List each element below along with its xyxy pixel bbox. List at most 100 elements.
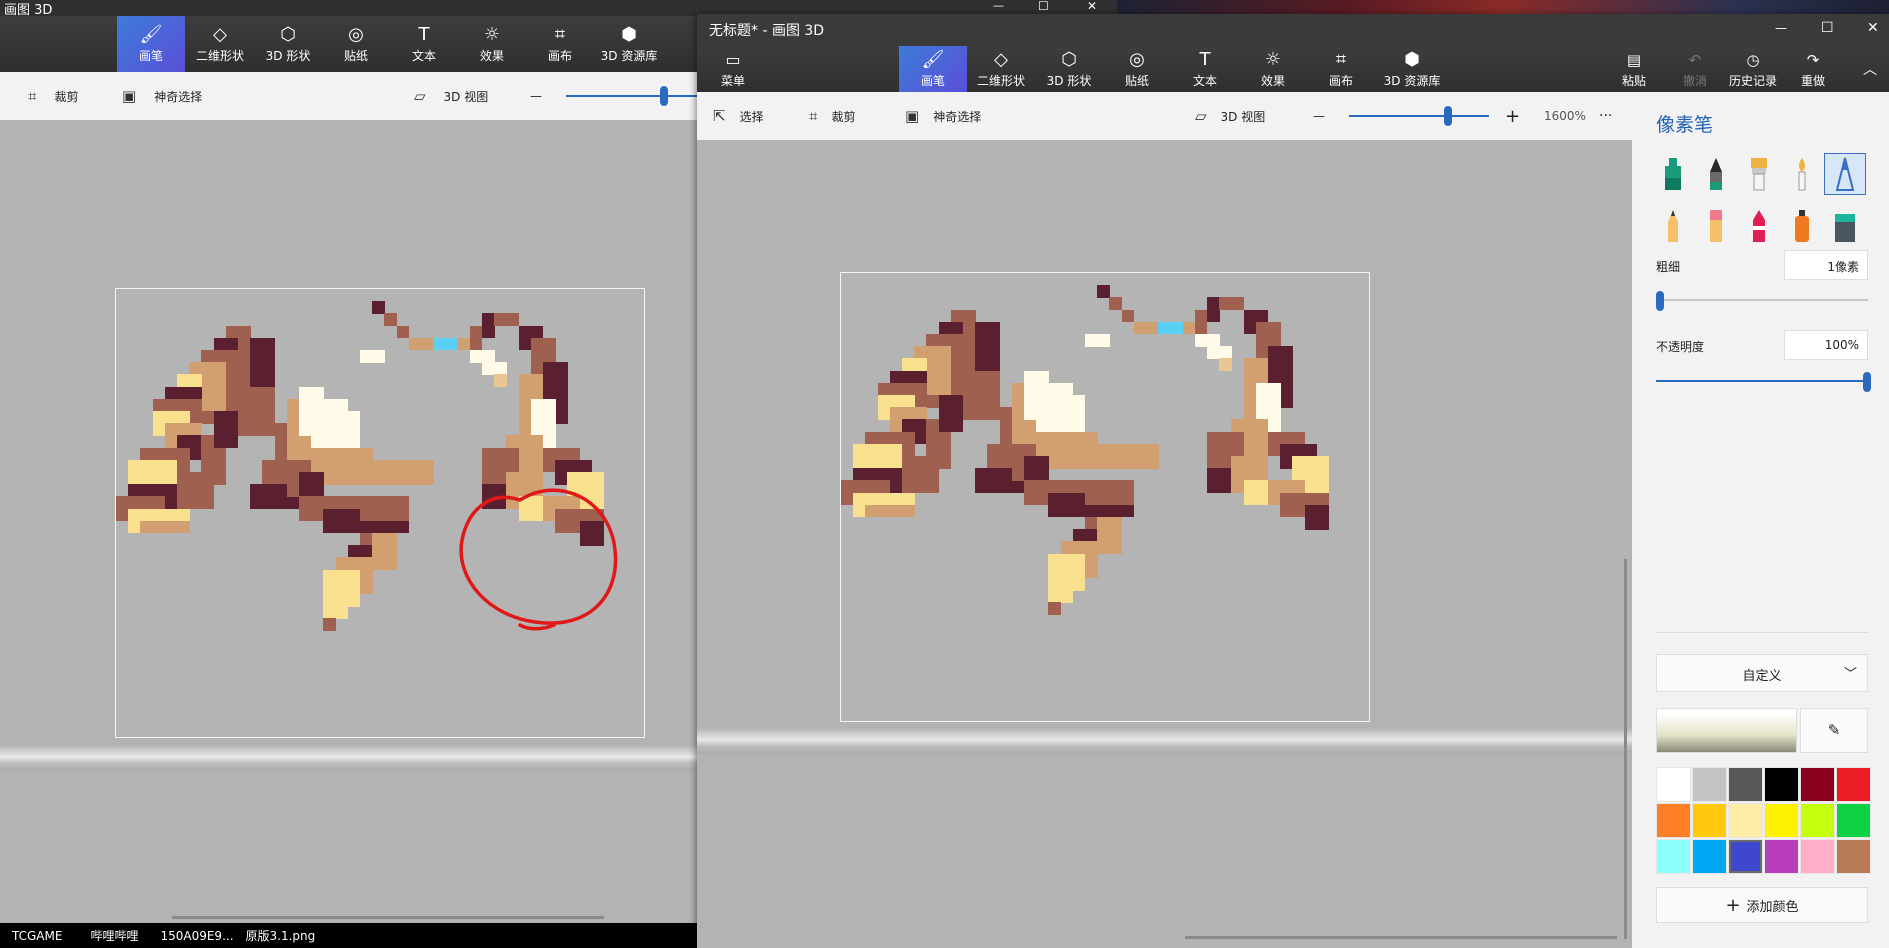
taskbar-item-image-file[interactable]: 原版3.1.png <box>246 927 316 944</box>
back-zoom-out-button[interactable]: — <box>530 72 542 120</box>
horizontal-scrollbar[interactable] <box>1185 936 1617 939</box>
history-button[interactable]: ◷ 历史记录 <box>1717 46 1789 92</box>
taskbar-item-tcgame[interactable]: TCGAME <box>12 929 62 943</box>
select-button[interactable]: ⇱ 选择 <box>713 92 764 140</box>
zoom-in-button[interactable]: + <box>1505 92 1520 140</box>
pixel-block <box>1219 297 1245 311</box>
view3d-icon: ▱ <box>414 87 426 105</box>
back-tool-canvas[interactable]: ⌗ 画布 <box>526 16 594 72</box>
palette-swatch[interactable] <box>1764 767 1799 802</box>
zoom-out-button[interactable]: — <box>1313 92 1325 140</box>
back-zoom-slider-thumb[interactable] <box>660 86 668 106</box>
opacity-slider-thumb[interactable] <box>1863 372 1871 392</box>
watercolor-icon <box>1798 158 1806 191</box>
thickness-input[interactable]: 1像素 <box>1784 250 1868 280</box>
oil-brush[interactable] <box>1739 154 1779 194</box>
tool-3d-library[interactable]: ⬢ 3D 资源库 <box>1375 46 1449 92</box>
front-close-button[interactable]: ✕ <box>1867 20 1879 36</box>
eyedropper-icon: ✎ <box>1827 721 1841 739</box>
tool-text[interactable]: T 文本 <box>1171 46 1239 92</box>
add-color-button[interactable]: + 添加颜色 <box>1656 887 1868 923</box>
fill-bucket-brush[interactable] <box>1825 206 1865 246</box>
tool-effects[interactable]: ☼ 效果 <box>1239 46 1307 92</box>
back-tool-brush[interactable]: 🖌 画笔 <box>117 16 185 72</box>
back-tool-stickers[interactable]: ◎ 贴纸 <box>322 16 390 72</box>
tool-3d-shapes[interactable]: ⬡ 3D 形状 <box>1035 46 1103 92</box>
opacity-slider[interactable] <box>1656 380 1868 382</box>
pencil-brush[interactable] <box>1653 206 1693 246</box>
side-panel: 像素笔 粗细 1像素 不透明度 100% 自定义 ﹀ ✎ + 添加颜色 <box>1632 92 1889 948</box>
menu-button[interactable]: ▭ 菜单 <box>707 46 759 92</box>
pixel-block <box>494 313 520 327</box>
back-magic-select-button[interactable]: ▣ 神奇选择 <box>122 72 202 120</box>
taskbar-item-file-id[interactable]: 150A09E9... <box>160 929 233 943</box>
back-close-button[interactable]: ✕ <box>1087 0 1097 13</box>
palette-swatch[interactable] <box>1656 767 1691 802</box>
palette-swatch[interactable] <box>1656 839 1691 874</box>
eraser-brush[interactable] <box>1696 206 1736 246</box>
back-tool-2d-shapes[interactable]: ◇ 二维形状 <box>186 16 254 72</box>
palette-swatch[interactable] <box>1800 803 1835 838</box>
palette-swatch[interactable] <box>1764 803 1799 838</box>
palette-swatch[interactable] <box>1800 767 1835 802</box>
zoom-slider[interactable] <box>1349 115 1489 117</box>
back-3d-view-toggle[interactable]: ▱ 3D 视图 <box>414 72 488 120</box>
art-canvas[interactable] <box>840 272 1370 722</box>
palette-swatch[interactable] <box>1656 803 1691 838</box>
palette-swatch[interactable] <box>1728 767 1763 802</box>
undo-icon: ↶ <box>1688 50 1702 69</box>
spray-can-brush[interactable] <box>1782 206 1822 246</box>
collapse-ribbon-button[interactable]: ︿ <box>1855 46 1885 92</box>
palette-swatch[interactable] <box>1836 803 1871 838</box>
watercolor-brush[interactable] <box>1782 154 1822 194</box>
tool-canvas[interactable]: ⌗ 画布 <box>1307 46 1375 92</box>
color-mode-dropdown[interactable]: 自定义 ﹀ <box>1656 654 1868 692</box>
palette-swatch[interactable] <box>1836 839 1871 874</box>
pixel-block <box>323 618 337 632</box>
back-minimize-button[interactable]: — <box>993 0 1004 12</box>
tool-2d-shapes[interactable]: ◇ 二维形状 <box>967 46 1035 92</box>
crop-button[interactable]: ⌗ 裁剪 <box>809 92 855 140</box>
marker-brush[interactable] <box>1653 154 1693 194</box>
canvas-floor-shine <box>697 728 1647 754</box>
back-horizontal-scrollbar[interactable] <box>172 916 604 919</box>
crop-icon: ⌗ <box>28 87 37 105</box>
palette-swatch[interactable] <box>1692 803 1727 838</box>
tool-stickers[interactable]: ◎ 贴纸 <box>1103 46 1171 92</box>
back-tool-text[interactable]: T 文本 <box>390 16 458 72</box>
palette-swatch[interactable] <box>1728 803 1763 838</box>
back-tool-3d-library[interactable]: ⬢ 3D 资源库 <box>594 16 664 72</box>
eyedropper-button[interactable]: ✎ <box>1800 708 1868 753</box>
3d-view-toggle[interactable]: ▱ 3D 视图 <box>1195 92 1265 140</box>
opacity-input[interactable]: 100% <box>1784 330 1868 360</box>
back-crop-button[interactable]: ⌗ 裁剪 <box>28 72 78 120</box>
magic-select-button[interactable]: ▣ 神奇选择 <box>905 92 981 140</box>
front-maximize-button[interactable]: ☐ <box>1821 20 1834 36</box>
calligraphy-pen-brush[interactable] <box>1696 154 1736 194</box>
thickness-slider-thumb[interactable] <box>1656 291 1664 311</box>
taskbar-item-bilibili[interactable]: 哔哩哔哩 <box>90 927 138 944</box>
more-options-button[interactable]: ··· <box>1599 92 1612 140</box>
palette-swatch[interactable] <box>1692 767 1727 802</box>
pixel-pen-brush[interactable] <box>1824 153 1866 195</box>
thickness-slider[interactable] <box>1656 299 1868 301</box>
zoom-slider-thumb[interactable] <box>1444 106 1452 126</box>
back-tool-3d-shapes[interactable]: ⬡ 3D 形状 <box>254 16 322 72</box>
front-minimize-button[interactable]: — <box>1775 21 1787 35</box>
undo-button[interactable]: ↶ 撤消 <box>1669 46 1721 92</box>
front-title-bar: 无标题* - 画图 3D — ☐ ✕ <box>697 14 1889 46</box>
back-maximize-button[interactable]: ☐ <box>1038 0 1049 13</box>
vertical-scrollbar[interactable] <box>1624 559 1627 939</box>
tool-brush[interactable]: 🖌 画笔 <box>899 46 967 92</box>
palette-swatch[interactable] <box>1836 767 1871 802</box>
back-zoom-slider[interactable] <box>566 95 697 97</box>
palette-swatch[interactable] <box>1728 839 1763 874</box>
palette-swatch[interactable] <box>1764 839 1799 874</box>
crayon-brush[interactable] <box>1739 206 1779 246</box>
paste-button[interactable]: ▤ 粘贴 <box>1608 46 1660 92</box>
redo-button[interactable]: ↷ 重做 <box>1787 46 1839 92</box>
back-tool-effects[interactable]: ☼ 效果 <box>458 16 526 72</box>
current-color-preview[interactable] <box>1656 708 1797 753</box>
palette-swatch[interactable] <box>1800 839 1835 874</box>
palette-swatch[interactable] <box>1692 839 1727 874</box>
